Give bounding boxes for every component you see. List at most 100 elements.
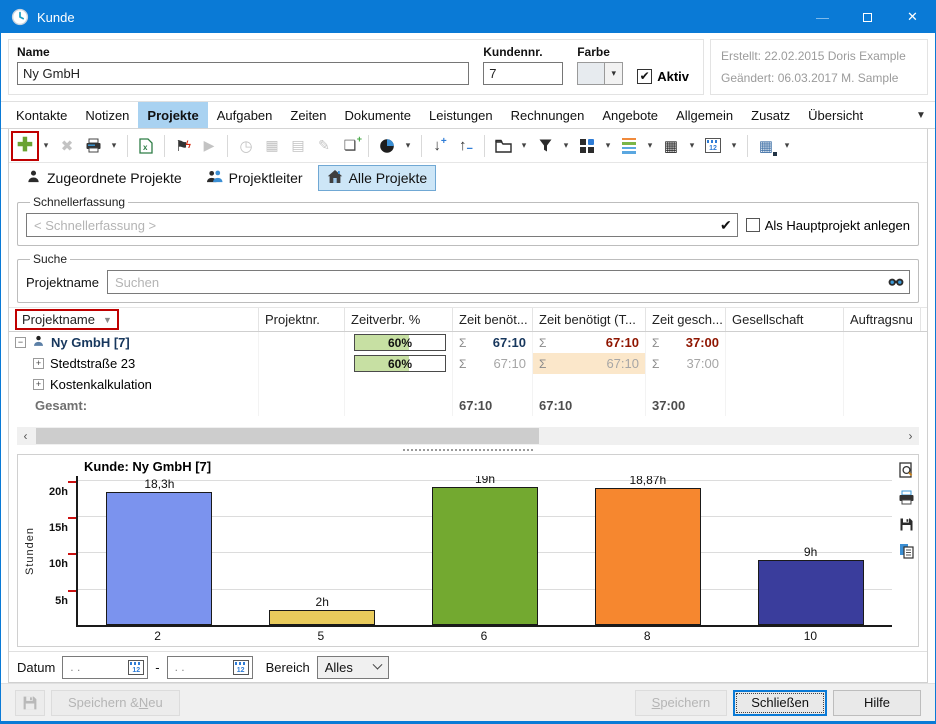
tab-übersicht[interactable]: Übersicht xyxy=(799,102,872,128)
calendar-12-button[interactable]: 12 xyxy=(701,133,725,159)
column-header-zeit-benötigt-t-[interactable]: Zeit benötigt (T... xyxy=(533,308,646,331)
tab-angebote[interactable]: Angebote xyxy=(593,102,667,128)
tab-kontakte[interactable]: Kontakte xyxy=(7,102,76,128)
name-field[interactable] xyxy=(17,62,469,85)
save-button[interactable]: Speichern xyxy=(635,690,728,716)
tree-expander[interactable]: + xyxy=(33,379,44,390)
farbe-dropdown[interactable]: ▾ xyxy=(605,62,623,85)
close-button[interactable]: Schließen xyxy=(733,690,827,716)
format-lines-button[interactable] xyxy=(617,133,641,159)
column-header-zeit-benöt-[interactable]: Zeit benöt... xyxy=(453,308,533,331)
sum-grid-caret[interactable]: ▾ xyxy=(685,133,699,159)
sort-add-button[interactable]: ↓+ xyxy=(428,133,452,159)
tree-expander[interactable]: + xyxy=(33,358,44,369)
save-and-new-button[interactable]: Speichern & Neu xyxy=(51,690,180,716)
table-row[interactable]: Gesamt:67:1067:1037:00 xyxy=(9,395,927,416)
tab-bar: KontakteNotizenProjekteAufgabenZeitenDok… xyxy=(1,102,935,129)
play-button[interactable]: ▶ xyxy=(197,133,221,159)
new-project-button[interactable]: ✚ xyxy=(13,133,37,159)
table-row[interactable]: −Ny GmbH [7]60%Σ67:10Σ67:10Σ37:00 xyxy=(9,332,927,353)
delete-button[interactable]: ✖ xyxy=(55,133,79,159)
project-search-input[interactable] xyxy=(107,270,910,294)
calendar-12-caret[interactable]: ▾ xyxy=(727,133,741,159)
filter-button[interactable] xyxy=(533,133,557,159)
copy-chart-icon[interactable] xyxy=(897,542,915,560)
date-from-field[interactable]: . . 12 xyxy=(62,656,148,679)
column-header-auftragsnu[interactable]: Auftragsnu xyxy=(844,308,921,331)
column-header-zeit-gesch-[interactable]: Zeit gesch... xyxy=(646,308,726,331)
pie-chart-button[interactable] xyxy=(375,133,399,159)
splitter-handle[interactable] xyxy=(9,445,927,454)
column-header-projektnr-[interactable]: Projektnr. xyxy=(259,308,345,331)
print-button[interactable] xyxy=(81,133,105,159)
tab-notizen[interactable]: Notizen xyxy=(76,102,138,128)
print-chart-icon[interactable] xyxy=(897,488,915,506)
tab-zeiten[interactable]: Zeiten xyxy=(281,102,335,128)
aktiv-checkbox[interactable]: ✔ xyxy=(637,69,652,84)
view-projektleiter[interactable]: Projektleiter xyxy=(197,165,312,191)
scrollbar-thumb[interactable] xyxy=(36,428,539,444)
column-header-projektname[interactable]: Projektname▼ xyxy=(9,308,259,331)
format-lines-caret[interactable]: ▾ xyxy=(643,133,657,159)
calendar-icon[interactable]: 12 xyxy=(128,660,144,675)
scroll-right-arrow[interactable]: › xyxy=(902,429,919,443)
folder-caret[interactable]: ▾ xyxy=(517,133,531,159)
folder-button[interactable] xyxy=(491,133,515,159)
print-preview-icon[interactable] xyxy=(897,461,915,479)
tab-leistungen[interactable]: Leistungen xyxy=(420,102,502,128)
project-name: Ny GmbH [7] xyxy=(51,335,130,350)
group-caret[interactable]: ▾ xyxy=(601,133,615,159)
bereich-select[interactable]: Alles xyxy=(317,656,389,679)
minimize-button[interactable]: — xyxy=(800,1,845,33)
calendar-icon[interactable]: 12 xyxy=(233,660,249,675)
table-save-caret[interactable]: ▾ xyxy=(780,133,794,159)
tab-aufgaben[interactable]: Aufgaben xyxy=(208,102,282,128)
tab-allgemein[interactable]: Allgemein xyxy=(667,102,742,128)
window-add-button[interactable]: ❏+ xyxy=(338,133,362,159)
tab-overflow-button[interactable]: ▼ xyxy=(907,102,935,128)
sort-remove-button[interactable]: ↑− xyxy=(454,133,478,159)
binoculars-icon[interactable] xyxy=(888,274,904,290)
confirm-check-icon[interactable]: ✔ xyxy=(720,217,732,234)
y-tick-label: 15h xyxy=(49,522,68,534)
tab-projekte[interactable]: Projekte xyxy=(138,102,207,128)
filter-caret[interactable]: ▾ xyxy=(559,133,573,159)
view-zugeordnete-projekte[interactable]: Zugeordnete Projekte xyxy=(17,165,191,191)
tree-expander[interactable]: − xyxy=(15,337,26,348)
calendar-week-button[interactable]: ▦ xyxy=(260,133,284,159)
time-add-button[interactable]: ◷ xyxy=(234,133,258,159)
print-caret[interactable]: ▾ xyxy=(107,133,121,159)
group-button[interactable] xyxy=(575,133,599,159)
new-project-caret[interactable]: ▾ xyxy=(39,133,53,159)
table-row[interactable]: +Kostenkalkulation xyxy=(9,374,927,395)
chart-toolbar xyxy=(897,461,915,560)
save-icon-button[interactable] xyxy=(15,690,45,716)
close-window-button[interactable]: ✕ xyxy=(890,1,935,33)
tab-zusatz[interactable]: Zusatz xyxy=(742,102,799,128)
titlebar: Kunde — ✕ xyxy=(1,1,935,33)
pie-chart-caret[interactable]: ▾ xyxy=(401,133,415,159)
kundennr-field[interactable] xyxy=(483,62,563,85)
help-button[interactable]: Hilfe xyxy=(833,690,921,716)
save-chart-icon[interactable] xyxy=(897,515,915,533)
farbe-swatch[interactable] xyxy=(577,62,605,85)
note-time-button[interactable]: ▤ xyxy=(286,133,310,159)
column-header-zeitverbr-[interactable]: Zeitverbr. % xyxy=(345,308,453,331)
link-add-button[interactable]: ✎ xyxy=(312,133,336,159)
quick-entry-input[interactable] xyxy=(26,213,738,237)
bar-value-label: 19h xyxy=(404,476,567,486)
tab-rechnungen[interactable]: Rechnungen xyxy=(502,102,594,128)
date-to-field[interactable]: . . 12 xyxy=(167,656,253,679)
maximize-button[interactable] xyxy=(845,1,890,33)
bereich-label: Bereich xyxy=(266,660,310,675)
hauptprojekt-checkbox[interactable] xyxy=(746,218,760,232)
excel-export-button[interactable]: x xyxy=(134,133,158,159)
view-alle-projekte[interactable]: Alle Projekte xyxy=(318,165,437,191)
sum-grid-button[interactable]: ▦ xyxy=(659,133,683,159)
table-save-button[interactable]: ▦ xyxy=(754,133,778,159)
start-flag-button[interactable]: ⚑ϟ xyxy=(171,133,195,159)
table-row[interactable]: +Stedtstraße 2360%Σ67:10Σ67:10Σ37:00 xyxy=(9,353,927,374)
tab-dokumente[interactable]: Dokumente xyxy=(336,102,420,128)
column-header-gesellschaft[interactable]: Gesellschaft xyxy=(726,308,844,331)
scroll-left-arrow[interactable]: ‹ xyxy=(17,429,34,443)
